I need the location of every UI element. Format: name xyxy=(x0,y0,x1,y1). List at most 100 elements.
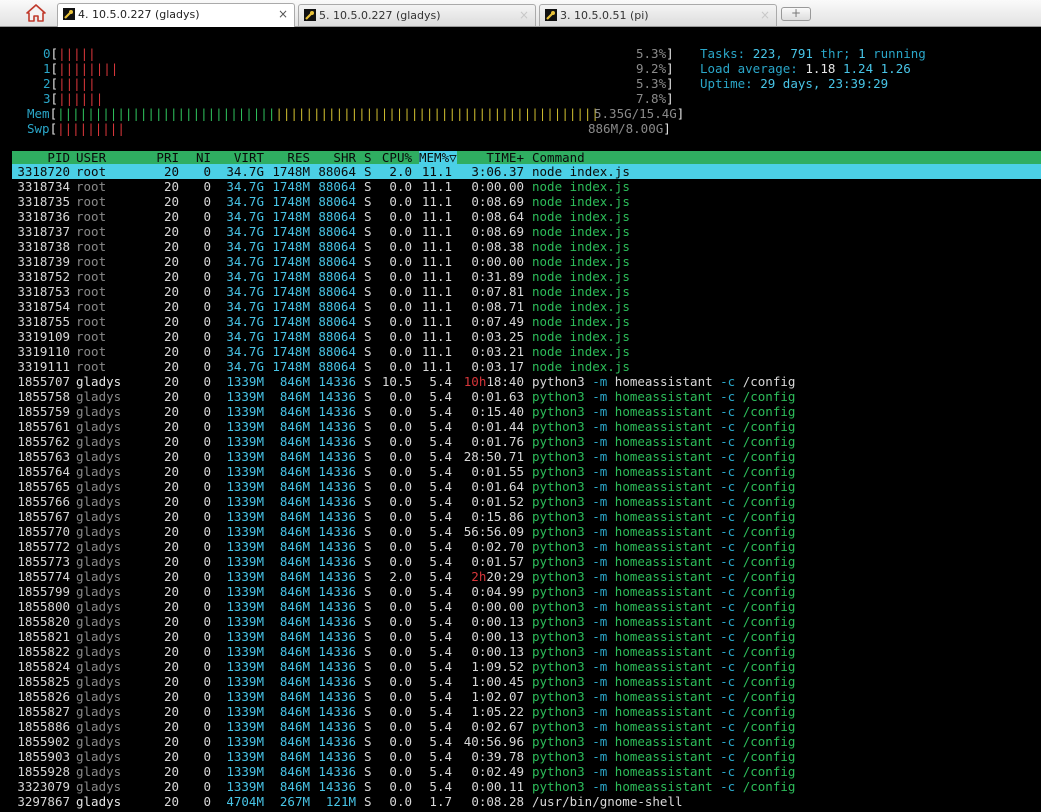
close-icon[interactable]: × xyxy=(519,5,529,26)
user-cell: gladys xyxy=(76,434,122,449)
tasks-count: 223 xyxy=(752,46,776,61)
cpu-cell: 0.0 xyxy=(389,284,412,299)
time-cell: 0:08.69 xyxy=(471,224,524,239)
new-tab-button[interactable]: + xyxy=(781,7,811,21)
ni-cell: 0 xyxy=(203,719,211,734)
cmd-word: homeassistant xyxy=(614,674,721,689)
col-pid[interactable]: PID xyxy=(12,151,70,164)
state-cell: S xyxy=(364,209,372,224)
process-row[interactable]: 1855822 gladys 20 0 1339M 846M 14336 S 0.0 5.4 0:0… xyxy=(12,644,1041,659)
process-row[interactable]: 3318754 root 20 0 34.7G 1748M 88064 S 0.0 11.1 0:0… xyxy=(12,299,1041,314)
pid-cell: 3319109 xyxy=(17,329,70,344)
col-virt[interactable]: VIRT xyxy=(216,151,264,164)
terminal[interactable]: 0[||||| 5.3%] 1[|||||||| 9.2%] 2[||||| 5.3%] 3… xyxy=(0,27,1041,812)
process-row[interactable]: 1855770 gladys 20 0 1339M 846M 14336 S 0.0 5.4 56:… xyxy=(12,524,1041,539)
virt-cell: 1339M xyxy=(226,464,264,479)
ni-cell: 0 xyxy=(203,434,211,449)
process-row[interactable]: 1855774 gladys 20 0 1339M 846M 14336 S 2.0 5.4 2h2… xyxy=(12,569,1041,584)
process-row[interactable]: 1855766 gladys 20 0 1339M 846M 14336 S 0.0 5.4 0:0… xyxy=(12,494,1041,509)
ni-cell: 0 xyxy=(203,539,211,554)
col-cpu[interactable]: CPU% xyxy=(376,151,412,164)
process-row[interactable]: 1855761 gladys 20 0 1339M 846M 14336 S 0.0 5.4 0:0… xyxy=(12,419,1041,434)
time-cell: 0:00.00 xyxy=(471,599,524,614)
process-row[interactable]: 3318735 root 20 0 34.7G 1748M 88064 S 0.0 11.1 0:0… xyxy=(12,194,1041,209)
command-cell: python3 -m homeassistant -c /config xyxy=(532,614,795,629)
pri-cell: 20 xyxy=(163,299,179,314)
state-cell: S xyxy=(364,794,372,809)
process-row[interactable]: 1855825 gladys 20 0 1339M 846M 14336 S 0.0 5.4 1:0… xyxy=(12,674,1041,689)
process-row[interactable]: 1855764 gladys 20 0 1339M 846M 14336 S 0.0 5.4 0:0… xyxy=(12,464,1041,479)
close-icon[interactable]: × xyxy=(278,4,288,25)
mem-cell: 11.1 xyxy=(421,224,452,239)
process-row[interactable]: 1855800 gladys 20 0 1339M 846M 14336 S 0.0 5.4 0:0… xyxy=(12,599,1041,614)
process-row[interactable]: 1855902 gladys 20 0 1339M 846M 14336 S 0.0 5.4 40:… xyxy=(12,734,1041,749)
shr-cell: 88064 xyxy=(318,194,356,209)
tab-1[interactable]: 4. 10.5.0.227 (gladys) × xyxy=(57,3,295,27)
res-cell: 267M xyxy=(279,794,310,809)
process-row[interactable]: 3318720 root 20 0 34.7G 1748M 88064 S 2.0 11.1 3:0… xyxy=(12,164,1041,179)
process-row[interactable]: 3318738 root 20 0 34.7G 1748M 88064 S 0.0 11.1 0:0… xyxy=(12,239,1041,254)
col-time[interactable]: TIME+ xyxy=(458,151,524,164)
col-shr[interactable]: SHR xyxy=(314,151,356,164)
process-row[interactable]: 1855767 gladys 20 0 1339M 846M 14336 S 0.0 5.4 0:1… xyxy=(12,509,1041,524)
process-row[interactable]: 3318737 root 20 0 34.7G 1748M 88064 S 0.0 11.1 0:0… xyxy=(12,224,1041,239)
process-row[interactable]: 1855886 gladys 20 0 1339M 846M 14336 S 0.0 5.4 0:0… xyxy=(12,719,1041,734)
time-cell: 2h20:29 xyxy=(458,569,524,584)
process-row[interactable]: 3319109 root 20 0 34.7G 1748M 88064 S 0.0 11.1 0:0… xyxy=(12,329,1041,344)
process-row[interactable]: 1855773 gladys 20 0 1339M 846M 14336 S 0.0 5.4 0:0… xyxy=(12,554,1041,569)
process-row[interactable]: 3318736 root 20 0 34.7G 1748M 88064 S 0.0 11.1 0:0… xyxy=(12,209,1041,224)
process-row[interactable]: 3318752 root 20 0 34.7G 1748M 88064 S 0.0 11.1 0:3… xyxy=(12,269,1041,284)
process-row[interactable]: 1855826 gladys 20 0 1339M 846M 14336 S 0.0 5.4 1:0… xyxy=(12,689,1041,704)
process-row[interactable]: 3297867 gladys 20 0 4704M 267M 121M S 0.0 1.7 0:08… xyxy=(12,794,1041,809)
pri-cell: 20 xyxy=(163,464,179,479)
uptime-line: Uptime: 29 days, 23:39:29 xyxy=(700,76,888,91)
col-res[interactable]: RES xyxy=(268,151,310,164)
col-mem-sorted[interactable]: MEM%▽ xyxy=(419,151,457,164)
res-cell: 846M xyxy=(279,479,310,494)
process-row[interactable]: 3323079 gladys 20 0 1339M 846M 14336 S 0.0 5.4 0:0… xyxy=(12,779,1041,794)
process-row[interactable]: 1855758 gladys 20 0 1339M 846M 14336 S 0.0 5.4 0:0… xyxy=(12,389,1041,404)
col-ni[interactable]: NI xyxy=(188,151,211,164)
process-row[interactable]: 1855765 gladys 20 0 1339M 846M 14336 S 0.0 5.4 0:0… xyxy=(12,479,1041,494)
cmd-flag: -c xyxy=(720,464,743,479)
process-row[interactable]: 1855799 gladys 20 0 1339M 846M 14336 S 0.0 5.4 0:0… xyxy=(12,584,1041,599)
process-row[interactable]: 1855763 gladys 20 0 1339M 846M 14336 S 0.0 5.4 28:… xyxy=(12,449,1041,464)
process-row[interactable]: 1855820 gladys 20 0 1339M 846M 14336 S 0.0 5.4 0:0… xyxy=(12,614,1041,629)
process-row[interactable]: 1855821 gladys 20 0 1339M 846M 14336 S 0.0 5.4 0:0… xyxy=(12,629,1041,644)
state-cell: S xyxy=(364,554,372,569)
command-cell: node index.js xyxy=(532,269,630,284)
process-row[interactable]: 3318755 root 20 0 34.7G 1748M 88064 S 0.0 11.1 0:0… xyxy=(12,314,1041,329)
process-row[interactable]: 1855707 gladys 20 0 1339M 846M 14336 S 10.5 5.4 10… xyxy=(12,374,1041,389)
cmd-word: homeassistant xyxy=(614,689,721,704)
process-row[interactable]: 3319111 root 20 0 34.7G 1748M 88064 S 0.0 11.1 0:0… xyxy=(12,359,1041,374)
process-row[interactable]: 1855824 gladys 20 0 1339M 846M 14336 S 0.0 5.4 1:0… xyxy=(12,659,1041,674)
col-command[interactable]: Command xyxy=(532,151,585,164)
col-user[interactable]: USER xyxy=(76,151,106,164)
process-row[interactable]: 3319110 root 20 0 34.7G 1748M 88064 S 0.0 11.1 0:0… xyxy=(12,344,1041,359)
user-cell: gladys xyxy=(76,659,122,674)
virt-cell: 1339M xyxy=(226,434,264,449)
process-row[interactable]: 3318753 root 20 0 34.7G 1748M 88064 S 0.0 11.1 0:0… xyxy=(12,284,1041,299)
cmd-word: /config xyxy=(742,554,796,569)
process-row[interactable]: 3318734 root 20 0 34.7G 1748M 88064 S 0.0 11.1 0:0… xyxy=(12,179,1041,194)
shr-cell: 88064 xyxy=(318,359,356,374)
close-icon[interactable]: × xyxy=(760,5,770,26)
cmd-word: node xyxy=(532,299,570,314)
col-pri[interactable]: PRI xyxy=(152,151,179,164)
cmd-word: index.js xyxy=(569,194,630,209)
process-row[interactable]: 1855827 gladys 20 0 1339M 846M 14336 S 0.0 5.4 1:0… xyxy=(12,704,1041,719)
process-row[interactable]: 1855903 gladys 20 0 1339M 846M 14336 S 0.0 5.4 0:3… xyxy=(12,749,1041,764)
cmd-word: python3 xyxy=(532,494,593,509)
cmd-word: /config xyxy=(742,509,796,524)
process-row[interactable]: 3318739 root 20 0 34.7G 1748M 88064 S 0.0 11.1 0:0… xyxy=(12,254,1041,269)
process-row[interactable]: 1855928 gladys 20 0 1339M 846M 14336 S 0.0 5.4 0:0… xyxy=(12,764,1041,779)
res-cell: 846M xyxy=(279,734,310,749)
process-row[interactable]: 1855762 gladys 20 0 1339M 846M 14336 S 0.0 5.4 0:0… xyxy=(12,434,1041,449)
tab-2[interactable]: 5. 10.5.0.227 (gladys) × xyxy=(298,4,536,26)
process-row[interactable]: 1855772 gladys 20 0 1339M 846M 14336 S 0.0 5.4 0:0… xyxy=(12,539,1041,554)
home-button[interactable] xyxy=(21,2,50,24)
col-state[interactable]: S xyxy=(364,151,372,164)
cmd-word: homeassistant xyxy=(614,554,721,569)
process-row[interactable]: 1855759 gladys 20 0 1339M 846M 14336 S 0.0 5.4 0:1… xyxy=(12,404,1041,419)
tab-3[interactable]: 3. 10.5.0.51 (pi) × xyxy=(539,4,777,26)
